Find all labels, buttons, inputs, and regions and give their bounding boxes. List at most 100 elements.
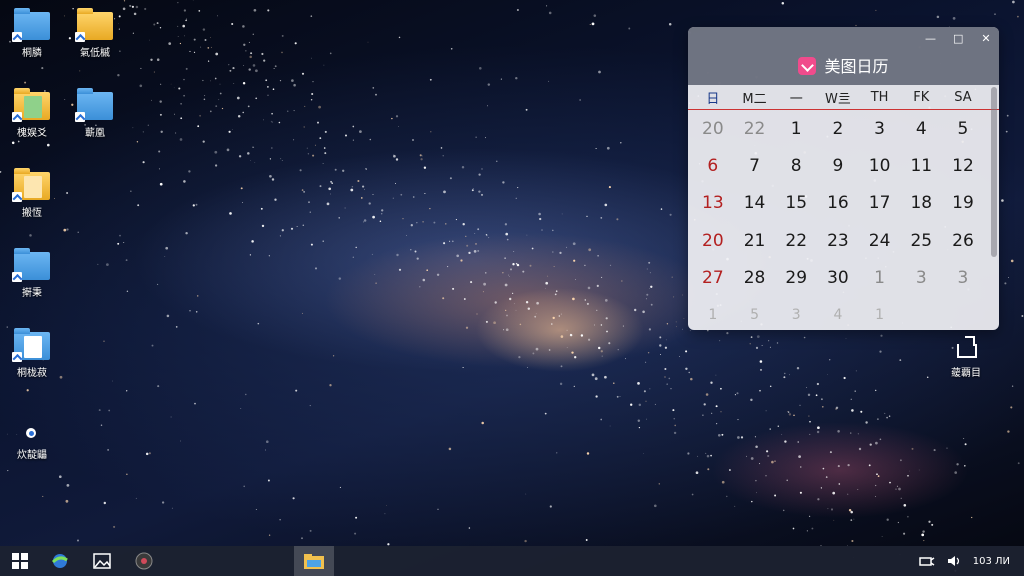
desktop-icon-label: 桐栊菽	[17, 368, 47, 379]
weekday-header: 日 M二 一 W亖 TH FK SA	[688, 85, 999, 110]
desktop-icon-label: 槐娱爻	[17, 128, 47, 139]
desktop-icon-label: 搬恆	[22, 208, 42, 219]
calendar-day[interactable]: 3	[859, 110, 901, 147]
calendar-day[interactable]: 9	[817, 147, 859, 184]
folder-icon	[75, 88, 113, 122]
browser-icon	[51, 554, 68, 568]
calendar-widget[interactable]: — □ ✕ 美图日历 日 M二 一 W亖 TH FK SA 20 22 1 2 …	[688, 27, 999, 330]
desktop-icon-3[interactable]: 槐娱爻	[2, 88, 62, 139]
desktop-icon-label: 氣低槭	[80, 48, 110, 59]
document-folder-icon	[12, 328, 50, 362]
calendar-day[interactable]: 17	[859, 185, 901, 222]
clock[interactable]: 103 ЛИ	[973, 556, 1010, 567]
calendar-day[interactable]: 5	[734, 296, 776, 330]
maximize-button[interactable]: □	[953, 32, 963, 45]
folder-icon	[12, 248, 50, 282]
photos-icon	[93, 553, 111, 569]
calendar-day[interactable]: 15	[775, 185, 817, 222]
calendar-day[interactable]: 13	[692, 185, 734, 222]
calendar-scrollbar[interactable]	[991, 87, 997, 257]
calendar-day[interactable]: 4	[817, 296, 859, 330]
calendar-title: 美图日历	[688, 53, 999, 77]
network-icon[interactable]	[918, 555, 935, 567]
calendar-day[interactable]: 3	[900, 259, 942, 296]
taskbar-photos[interactable]	[82, 546, 122, 576]
calendar-day[interactable]: 19	[942, 185, 984, 222]
calendar-day[interactable]: 1	[859, 296, 901, 330]
weekday-label: 日	[706, 91, 720, 107]
system-tray: 103 ЛИ	[918, 546, 1010, 576]
desktop-icon-label: 搟秉	[22, 288, 42, 299]
weekday-label: SA	[954, 89, 972, 105]
calendar-day[interactable]: 29	[775, 259, 817, 296]
weekday-label: M二	[742, 91, 767, 107]
calendar-day[interactable]: 1	[859, 259, 901, 296]
calendar-day[interactable]: 10	[859, 147, 901, 184]
desktop-icon-label: 藧覇目	[951, 368, 981, 379]
desktop-icon-8[interactable]: 炊靛鼺	[2, 426, 62, 461]
desktop-icon-7[interactable]: 桐栊菽	[2, 328, 62, 379]
media-icon	[135, 552, 153, 570]
weekday-label: TH	[870, 89, 889, 105]
volume-icon[interactable]	[947, 555, 961, 567]
calendar-day[interactable]: 22	[734, 110, 776, 147]
folder-icon	[75, 8, 113, 42]
calendar-grid: 20 22 1 2 3 4 5 6 7 8 9 10 11 12 13 14 1…	[688, 110, 999, 330]
calendar-day[interactable]: 6	[692, 147, 734, 184]
calendar-day[interactable]: 18	[900, 185, 942, 222]
desktop-icon-2[interactable]: 氣低槭	[65, 8, 125, 59]
calendar-day[interactable]: 1	[775, 110, 817, 147]
calendar-day[interactable]: 27	[692, 259, 734, 296]
desktop-icon-label: 蘄凰	[85, 128, 105, 139]
calendar-day[interactable]: 8	[775, 147, 817, 184]
desktop-icon-4[interactable]: 蘄凰	[65, 88, 125, 139]
calendar-day[interactable]: 12	[942, 147, 984, 184]
calendar-day[interactable]: 3	[775, 296, 817, 330]
calendar-titlebar[interactable]: — □ ✕ 美图日历	[688, 27, 999, 85]
calendar-day[interactable]: 26	[942, 222, 984, 259]
calendar-day[interactable]: 24	[859, 222, 901, 259]
calendar-day[interactable]: 11	[900, 147, 942, 184]
app-shortcut-icon	[14, 426, 50, 442]
folder-icon	[12, 8, 50, 42]
note-icon	[955, 336, 977, 358]
desktop-icon-right[interactable]: 藧覇目	[942, 336, 990, 379]
calendar-day[interactable]: 23	[817, 222, 859, 259]
calendar-day[interactable]: 7	[734, 147, 776, 184]
calendar-day[interactable]: 5	[942, 110, 984, 147]
calendar-day[interactable]: 21	[734, 222, 776, 259]
weekday-label: W亖	[824, 91, 851, 107]
start-button[interactable]	[0, 546, 40, 576]
calendar-day[interactable]: 1	[692, 296, 734, 330]
calendar-day[interactable]: 16	[817, 185, 859, 222]
taskbar-media[interactable]	[124, 546, 164, 576]
desktop-icon-1[interactable]: 桐膦	[2, 8, 62, 59]
calendar-day[interactable]	[900, 296, 942, 330]
calendar-day[interactable]: 20	[692, 110, 734, 147]
taskbar-browser[interactable]	[40, 546, 80, 576]
desktop-icon-5[interactable]: 搬恆	[2, 168, 62, 219]
close-button[interactable]: ✕	[981, 32, 991, 45]
image-file-icon	[12, 168, 50, 202]
minimize-button[interactable]: —	[925, 32, 936, 45]
weekday-label: 一	[789, 91, 803, 107]
calendar-day[interactable]: 28	[734, 259, 776, 296]
calendar-day[interactable]: 20	[692, 222, 734, 259]
file-explorer-icon	[304, 554, 324, 569]
calendar-day[interactable]: 30	[817, 259, 859, 296]
app-logo-icon	[798, 57, 817, 75]
desktop-icon-6[interactable]: 搟秉	[2, 248, 62, 299]
calendar-title-text: 美图日历	[824, 57, 889, 76]
windows-start-icon	[12, 553, 28, 569]
calendar-day[interactable]	[942, 296, 984, 330]
calendar-day[interactable]: 2	[817, 110, 859, 147]
taskbar-file-explorer[interactable]	[294, 546, 334, 576]
calendar-day[interactable]: 4	[900, 110, 942, 147]
calendar-day[interactable]: 25	[900, 222, 942, 259]
desktop-icon-label: 炊靛鼺	[17, 450, 47, 461]
calendar-day[interactable]: 3	[942, 259, 984, 296]
calendar-day[interactable]: 22	[775, 222, 817, 259]
calendar-day[interactable]: 14	[734, 185, 776, 222]
taskbar: 103 ЛИ	[0, 546, 1024, 576]
weekday-label: FK	[913, 89, 930, 105]
